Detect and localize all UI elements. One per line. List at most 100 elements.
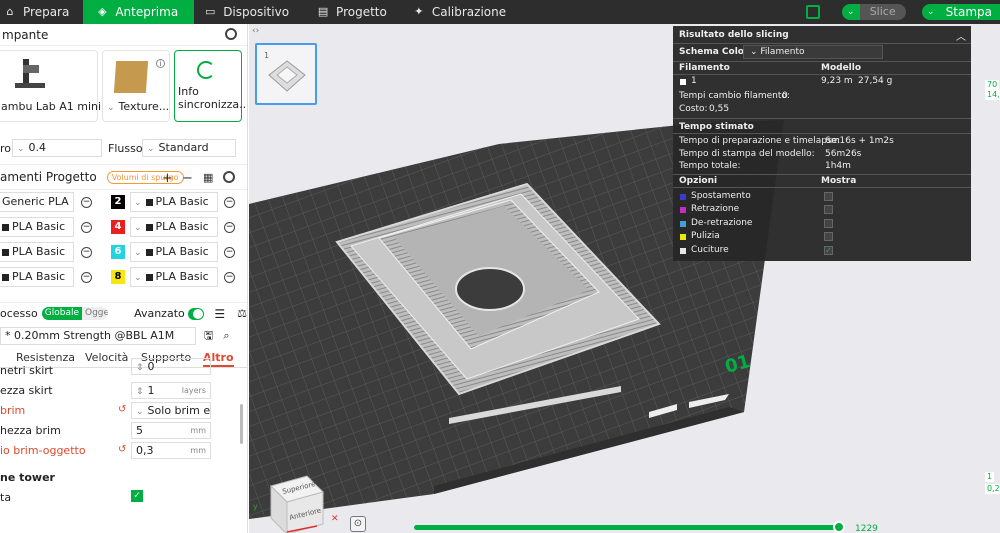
remove-filament-icon[interactable]: −	[224, 272, 235, 283]
brim-gap-input[interactable]: 0,3 mm	[131, 442, 211, 459]
nozzle-select[interactable]: ⌄ 0.4	[12, 139, 102, 157]
home-icon: ⌂	[6, 5, 14, 18]
filament-select-left[interactable]: PLA Basic	[0, 217, 74, 237]
filament-row: PLA Basic − 8 ⌄ PLA Basic −	[0, 265, 247, 290]
filament-select-right[interactable]: ⌄ PLA Basic	[130, 267, 218, 287]
seams-show-checkbox[interactable]: ✓	[824, 246, 833, 255]
option-label: Spostamento	[691, 191, 751, 201]
filament-row: PLA Basic − 6 ⌄ PLA Basic −	[0, 240, 247, 265]
advanced-toggle[interactable]	[187, 307, 205, 320]
add-icon[interactable]: +	[162, 171, 173, 186]
search-icon[interactable]: ⌕	[223, 329, 229, 343]
global-option[interactable]: Globale	[41, 307, 82, 320]
param-brim-gap: io brim-oggetto ↺ 0,3 mm	[0, 441, 247, 461]
project-icon: ▤	[317, 5, 329, 18]
axis-y-label: y	[253, 502, 258, 511]
print-dropdown-button[interactable]: ⌄	[921, 4, 940, 20]
tab-anteprima[interactable]: ◈ Anteprima	[83, 0, 195, 24]
filament-column-header: Filamento	[679, 63, 730, 73]
process-profile-select[interactable]: * 0.20mm Strength @BBL A1M	[0, 327, 196, 345]
option-label: De-retrazione	[691, 218, 753, 228]
filament-row: PLA Basic − 4 ⌄ PLA Basic −	[0, 215, 247, 240]
printer-icon	[15, 57, 45, 89]
axis-x-icon: ✕	[331, 514, 339, 524]
filament-slot-number: 8	[111, 270, 125, 284]
filament-weight: 27,54 g	[858, 76, 893, 86]
tab-dispositivo[interactable]: ▭ Dispositivo	[194, 0, 299, 24]
printer-name: ambu Lab A1 mini	[1, 100, 102, 113]
compare-icon[interactable]: ⚖	[237, 307, 247, 320]
remove-filament-icon[interactable]: −	[224, 247, 235, 258]
remove-filament-icon[interactable]: −	[224, 197, 235, 208]
skirt-height-input[interactable]: ⇕ 1 layers	[131, 382, 211, 399]
param-skirt-height: ezza skirt ⇕ 1 layers	[0, 381, 247, 401]
brim-width-input[interactable]: 5 mm	[131, 422, 211, 439]
save-icon[interactable]: 🖫	[204, 327, 213, 346]
filament-select-right[interactable]: ⌄ PLA Basic	[130, 217, 218, 237]
sync-info-card[interactable]: Info sincronizza...	[174, 50, 247, 122]
remove-filament-icon[interactable]: −	[81, 272, 92, 283]
advanced-label: Avanzato	[134, 307, 185, 320]
textured-plate-icon	[113, 61, 149, 93]
filament-select-right[interactable]: ⌄ PLA Basic	[130, 192, 218, 212]
filament-select-left[interactable]: Generic PLA	[0, 192, 74, 212]
collapse-panel-icon[interactable]: ︿	[956, 28, 966, 43]
gear-icon[interactable]	[225, 28, 237, 40]
model-time-label: Tempo di stampa del modello:	[679, 149, 815, 159]
filament-select-right[interactable]: ⌄ PLA Basic	[130, 242, 218, 262]
prime-tower-checkbox[interactable]: ✓	[131, 490, 143, 502]
layout-icon[interactable]	[805, 5, 820, 19]
sync-label: Info sincronizza...	[178, 85, 248, 111]
option-label: Pulizia	[691, 231, 720, 241]
retraction-show-checkbox[interactable]	[824, 205, 833, 214]
view-cube[interactable]: Superiore Anteriore	[257, 464, 337, 533]
deretraction-show-checkbox[interactable]	[824, 219, 833, 228]
remove-filament-icon[interactable]: −	[81, 197, 92, 208]
filament-length: 9,23 m	[821, 76, 853, 86]
objects-option[interactable]: Oggetti	[82, 307, 109, 320]
color-scheme-select[interactable]: ⌄ Filamento	[743, 45, 883, 59]
tab-prepara[interactable]: ⌂ Prepara	[0, 0, 79, 24]
remove-filament-icon[interactable]: −	[224, 222, 235, 233]
filament-gear-icon[interactable]	[223, 171, 235, 183]
filament-select-left[interactable]: PLA Basic	[0, 242, 74, 262]
remove-filament-icon[interactable]: −	[81, 247, 92, 258]
list-icon[interactable]: ☰	[214, 307, 225, 321]
brim-type-select[interactable]: ⌄Solo brim e...	[131, 402, 211, 419]
travel-show-checkbox[interactable]	[824, 192, 833, 201]
layer-slider-knob[interactable]	[833, 521, 845, 533]
slice-button[interactable]: Slice	[859, 4, 906, 20]
reset-icon[interactable]: ↺	[118, 404, 126, 415]
change-time-value: 0	[782, 91, 788, 101]
plate-card[interactable]: i ⌄ Texture...	[102, 50, 170, 122]
prep-time-value: 6m16s + 1m2s	[825, 136, 894, 146]
process-scope-toggle[interactable]: GlobaleOggetti	[41, 307, 109, 320]
skirt-loops-input[interactable]: ⇕ 0	[131, 358, 211, 375]
tab-calibrazione[interactable]: ✦ Calibrazione	[397, 0, 516, 24]
preview-icon: ◈	[98, 5, 107, 18]
flow-select[interactable]: ⌄ Standard	[142, 139, 236, 157]
slice-dropdown-button[interactable]: ⌄	[841, 4, 860, 20]
layer-top-height: 14,0	[985, 90, 1000, 100]
info-icon[interactable]: i	[156, 59, 165, 68]
settings-scrollbar[interactable]	[240, 404, 243, 444]
process-section-title: ocesso	[0, 307, 38, 320]
camera-reset-icon[interactable]: ⊙	[350, 516, 366, 532]
retraction-color-swatch	[680, 207, 686, 213]
wipe-show-checkbox[interactable]	[824, 232, 833, 241]
print-button[interactable]: Stampa	[939, 4, 1000, 20]
device-icon: ▭	[204, 5, 216, 18]
reset-icon[interactable]: ↺	[118, 444, 126, 455]
filament-select-left[interactable]: PLA Basic	[0, 267, 74, 287]
option-label: Cuciture	[691, 245, 729, 255]
remove-icon[interactable]: −	[182, 171, 193, 186]
printer-section-header: mpante	[0, 24, 247, 46]
sync-filament-icon[interactable]: ▦	[203, 171, 213, 184]
filament-row: Generic PLA − 2 ⌄ PLA Basic −	[0, 190, 247, 215]
remove-filament-icon[interactable]: −	[81, 222, 92, 233]
tab-progetto[interactable]: ▤ Progetto	[299, 0, 397, 24]
printer-card[interactable]: ambu Lab A1 mini	[0, 50, 102, 122]
printer-section-title: mpante	[2, 27, 49, 42]
layer-slider-track[interactable]	[414, 525, 842, 530]
printer-cards: ambu Lab A1 mini i ⌄ Texture... Info sinc…	[0, 46, 247, 141]
